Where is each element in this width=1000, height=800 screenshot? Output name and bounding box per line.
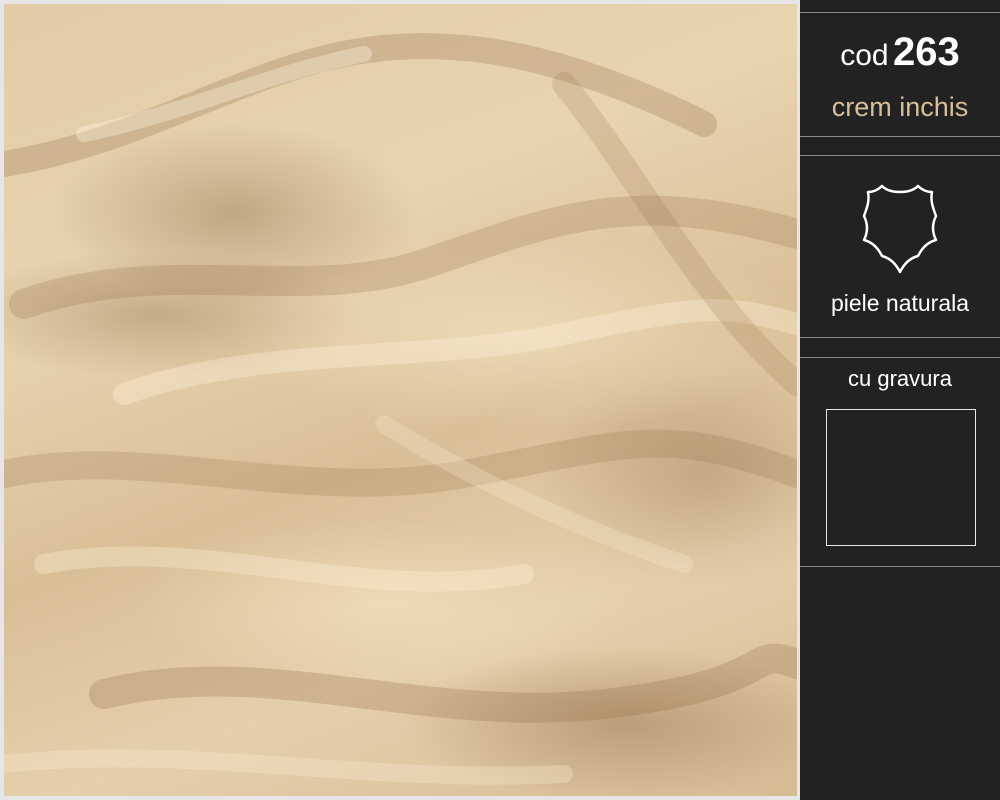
fold-highlight xyxy=(4,749,573,785)
fold-shading xyxy=(4,33,797,785)
fold-highlight xyxy=(34,546,534,592)
divider xyxy=(800,357,1000,358)
material-label: piele naturala xyxy=(830,290,970,316)
engraving-swatch xyxy=(826,409,976,546)
product-code: cod 263 xyxy=(800,30,1000,75)
engraving-label: cu gravura xyxy=(848,366,952,391)
divider xyxy=(800,136,1000,137)
info-panel: cod 263 crem inchis piele naturala cu gr… xyxy=(800,0,1000,800)
leather-photo xyxy=(4,4,797,796)
fold-shadow xyxy=(89,643,797,723)
product-card: cod 263 crem inchis piele naturala cu gr… xyxy=(0,0,1000,800)
color-name: crem inchis xyxy=(831,92,969,122)
divider xyxy=(800,566,1000,567)
fold-shadow xyxy=(4,429,797,497)
divider xyxy=(800,12,1000,13)
fold-highlight xyxy=(76,46,372,142)
leather-hide-icon xyxy=(862,184,938,274)
code-prefix: cod xyxy=(840,39,889,72)
divider xyxy=(800,155,1000,156)
fold-highlight xyxy=(113,299,797,405)
divider xyxy=(800,337,1000,338)
code-number: 263 xyxy=(893,30,960,74)
